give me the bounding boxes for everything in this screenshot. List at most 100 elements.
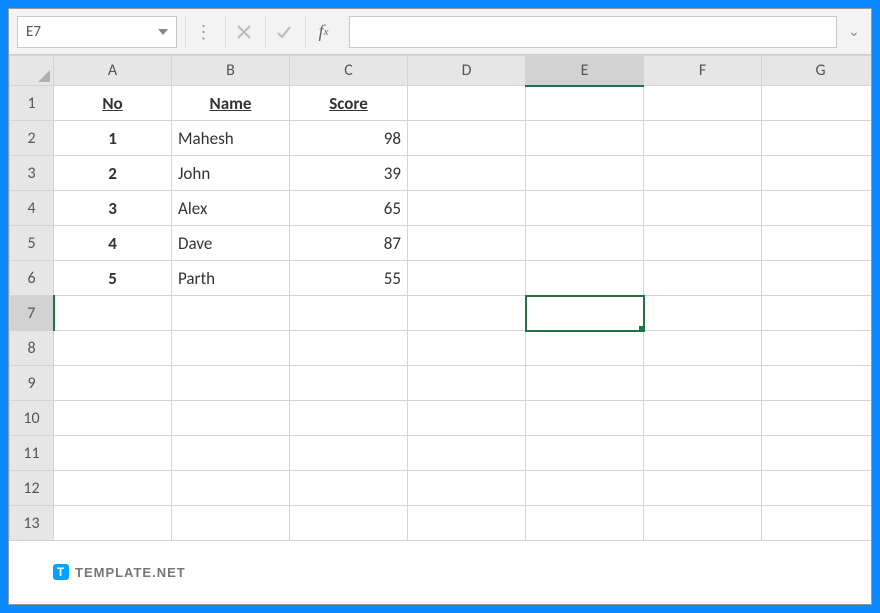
cell[interactable] [290, 506, 408, 541]
cell[interactable] [644, 191, 762, 226]
row-header[interactable]: 12 [10, 471, 54, 506]
row-header[interactable]: 4 [10, 191, 54, 226]
cell[interactable] [526, 401, 644, 436]
cell[interactable] [762, 401, 872, 436]
cell[interactable] [762, 121, 872, 156]
cell[interactable] [644, 366, 762, 401]
cell[interactable] [408, 121, 526, 156]
cell[interactable] [172, 331, 290, 366]
cell[interactable] [172, 401, 290, 436]
cell[interactable] [290, 436, 408, 471]
spreadsheet-grid[interactable]: A B C D E F G 1 No Name Score [9, 55, 871, 604]
cell[interactable] [526, 436, 644, 471]
cell-C1[interactable]: Score [290, 86, 408, 121]
expand-formula-bar-icon[interactable]: ⌄ [845, 16, 863, 48]
cell[interactable] [762, 436, 872, 471]
cell[interactable] [408, 86, 526, 121]
cell[interactable] [54, 296, 172, 331]
cell[interactable] [408, 436, 526, 471]
row-header[interactable]: 13 [10, 506, 54, 541]
cell[interactable] [526, 121, 644, 156]
cell[interactable] [54, 401, 172, 436]
cell[interactable] [526, 506, 644, 541]
cell[interactable] [172, 506, 290, 541]
cell[interactable] [762, 296, 872, 331]
cell[interactable]: 2 [54, 156, 172, 191]
row-header[interactable]: 8 [10, 331, 54, 366]
insert-function-button[interactable]: fx [305, 16, 341, 48]
cell[interactable]: Parth [172, 261, 290, 296]
cell[interactable] [54, 471, 172, 506]
cell[interactable] [290, 471, 408, 506]
cell[interactable] [644, 226, 762, 261]
cell[interactable] [290, 296, 408, 331]
cell[interactable] [408, 506, 526, 541]
cell[interactable] [54, 331, 172, 366]
cell[interactable] [762, 506, 872, 541]
row-header[interactable]: 9 [10, 366, 54, 401]
cell[interactable] [762, 366, 872, 401]
cell[interactable]: Mahesh [172, 121, 290, 156]
column-header[interactable]: D [408, 56, 526, 86]
cell[interactable] [54, 506, 172, 541]
cell[interactable] [408, 156, 526, 191]
cell[interactable] [290, 366, 408, 401]
cell[interactable] [408, 331, 526, 366]
row-header[interactable]: 6 [10, 261, 54, 296]
cell-A1[interactable]: No [54, 86, 172, 121]
cell[interactable] [526, 86, 644, 121]
cell[interactable] [526, 226, 644, 261]
select-all-corner[interactable] [10, 56, 54, 86]
cell[interactable] [644, 506, 762, 541]
cell[interactable]: John [172, 156, 290, 191]
cell[interactable] [644, 436, 762, 471]
row-header[interactable]: 1 [10, 86, 54, 121]
cell[interactable]: 87 [290, 226, 408, 261]
cell[interactable] [644, 156, 762, 191]
cell-B1[interactable]: Name [172, 86, 290, 121]
enter-button[interactable] [265, 16, 301, 48]
cancel-button[interactable] [225, 16, 261, 48]
cell[interactable]: 98 [290, 121, 408, 156]
cell[interactable] [762, 261, 872, 296]
row-header[interactable]: 3 [10, 156, 54, 191]
cell[interactable]: Alex [172, 191, 290, 226]
cell[interactable]: 39 [290, 156, 408, 191]
cell[interactable] [172, 296, 290, 331]
cell[interactable] [408, 261, 526, 296]
cell[interactable] [408, 191, 526, 226]
formula-input[interactable] [349, 16, 837, 48]
cell[interactable] [408, 366, 526, 401]
cell[interactable] [526, 366, 644, 401]
cell[interactable] [526, 471, 644, 506]
row-header[interactable]: 5 [10, 226, 54, 261]
cell[interactable] [408, 296, 526, 331]
cell[interactable]: 55 [290, 261, 408, 296]
cell[interactable] [644, 401, 762, 436]
cell[interactable]: 4 [54, 226, 172, 261]
cell[interactable] [172, 366, 290, 401]
row-header[interactable]: 2 [10, 121, 54, 156]
cell[interactable] [526, 156, 644, 191]
column-header[interactable]: G [762, 56, 872, 86]
cell[interactable] [644, 121, 762, 156]
row-header[interactable]: 10 [10, 401, 54, 436]
cell[interactable] [644, 331, 762, 366]
cell[interactable] [762, 191, 872, 226]
cell[interactable] [408, 401, 526, 436]
cell[interactable] [762, 331, 872, 366]
cell-E7-selected[interactable] [526, 296, 644, 331]
cell[interactable] [644, 261, 762, 296]
cell[interactable] [172, 436, 290, 471]
cell[interactable] [290, 401, 408, 436]
cell[interactable] [526, 331, 644, 366]
cell[interactable] [54, 436, 172, 471]
cell[interactable] [762, 156, 872, 191]
cell[interactable] [762, 86, 872, 121]
name-box[interactable]: E7 [17, 16, 177, 48]
column-header[interactable]: B [172, 56, 290, 86]
column-header[interactable]: A [54, 56, 172, 86]
cell[interactable] [54, 366, 172, 401]
cell[interactable]: 3 [54, 191, 172, 226]
cell[interactable] [644, 86, 762, 121]
